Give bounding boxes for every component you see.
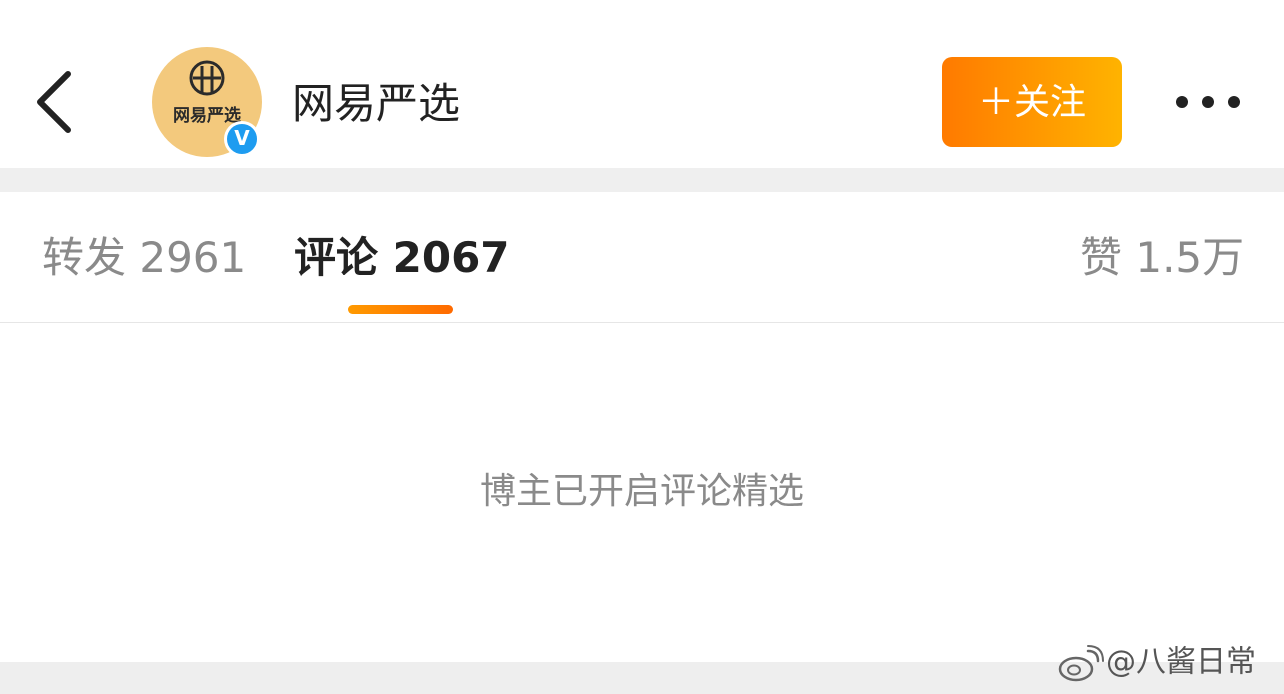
tab-repost[interactable]: 转发 2961 xyxy=(42,230,246,286)
section-separator xyxy=(0,168,1284,192)
divider xyxy=(0,322,1284,323)
watermark-text: @八酱日常 xyxy=(1106,644,1256,680)
account-name[interactable]: 网易严选 xyxy=(292,76,460,132)
brand-logo-icon xyxy=(189,60,225,96)
tab-like[interactable]: 赞 1.5万 xyxy=(1080,230,1244,286)
tab-bar: 转发 2961 评论 2067 赞 1.5万 xyxy=(0,192,1284,322)
comments-curated-message: 博主已开启评论精选 xyxy=(479,471,804,512)
verified-badge-icon: V xyxy=(224,121,260,157)
chevron-left-icon[interactable] xyxy=(24,60,84,144)
follow-button[interactable]: ＋关注 xyxy=(942,57,1122,147)
ellipsis-icon[interactable] xyxy=(1168,80,1248,124)
profile-header: 网易严选 V 网易严选 ＋关注 xyxy=(0,0,1284,168)
active-tab-indicator xyxy=(348,305,453,314)
tab-comment[interactable]: 评论 2067 xyxy=(294,230,510,286)
weibo-logo-icon xyxy=(1058,644,1104,681)
watermark: @八酱日常 xyxy=(1056,640,1256,684)
